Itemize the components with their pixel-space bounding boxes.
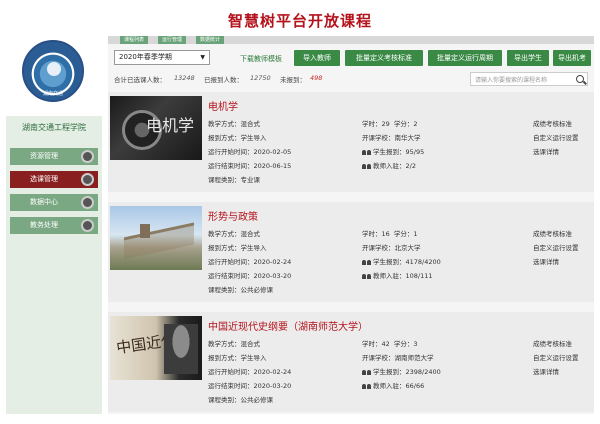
school-logo-icon: 湖南交通: [22, 40, 84, 102]
circle-icon: [81, 173, 94, 186]
sidebar-item-label: 资源管理: [30, 152, 58, 160]
custom-run-settings-link[interactable]: 自定义运行设置: [533, 242, 579, 252]
hours-credits: 学时：42 学分：3: [362, 340, 418, 348]
circle-icon: [81, 150, 94, 163]
hours-credits: 学时：16 学分：1: [362, 230, 418, 238]
import-teacher-button[interactable]: 导入教师: [294, 50, 340, 66]
course-category: 课程类别：公共必修课: [208, 396, 273, 404]
users-icon: [362, 149, 371, 155]
sidebar-item-label: 选课管理: [30, 175, 58, 183]
great-wall-graphic: [124, 222, 194, 260]
semester-value: 2020年春季学期: [119, 53, 172, 61]
teacher-join: 教师入驻：108/111: [362, 270, 433, 280]
teacher-join: 教师入驻：2/2: [362, 160, 416, 170]
school-name: 湖南交通工程学院: [22, 123, 86, 132]
course-title[interactable]: 形势与政策: [208, 208, 258, 223]
chevron-down-icon: ▼: [200, 54, 205, 61]
users-icon: [362, 259, 371, 265]
custom-run-settings-link[interactable]: 自定义运行设置: [533, 132, 579, 142]
unreported-count: 498: [310, 74, 323, 82]
teacher-join: 教师入驻：66/66: [362, 380, 424, 390]
end-time: 运行结束时间：2020-06-15: [208, 162, 292, 170]
school-logo-area: 湖南交通: [6, 36, 102, 116]
start-time: 运行开始时间：2020-02-05: [208, 148, 292, 156]
tab-bar: 课程列表 运行管理 数据统计: [108, 36, 594, 44]
search-input[interactable]: 请输入你要搜索的课程名称: [470, 72, 588, 86]
sidebar-item-academic-affairs[interactable]: 教务处理: [10, 217, 98, 234]
circle-icon: [81, 196, 94, 209]
report-mode: 报到方式：学生导入: [208, 354, 267, 362]
stats-bar: 合计已选课人数： 13248 已报到人数： 12750 未报到： 498 请输入…: [108, 72, 594, 86]
selected-label: 合计已选课人数：: [114, 76, 166, 84]
student-report: 学生报到：2398/2400: [362, 366, 441, 376]
course-title[interactable]: 电机学: [208, 98, 238, 113]
report-mode: 报到方式：学生导入: [208, 244, 267, 252]
users-icon: [362, 163, 371, 169]
search-icon[interactable]: [576, 75, 584, 83]
users-icon: [362, 273, 371, 279]
page-title: 智慧树平台开放课程: [227, 12, 372, 30]
portrait-graphic: [164, 324, 198, 374]
sidebar-item-course-selection[interactable]: 选课管理: [10, 171, 98, 188]
batch-run-period-button[interactable]: 批量定义运行周期: [428, 50, 502, 66]
tab-course-list[interactable]: 课程列表: [120, 36, 149, 44]
course-card: 形势与政策 教学方式：混合式 报到方式：学生导入 运行开始时间：2020-02-…: [108, 202, 594, 302]
sidebar-item-data-center[interactable]: 数据中心: [10, 194, 98, 211]
sidebar-item-label: 教务处理: [30, 221, 58, 229]
export-students-button[interactable]: 导出学生: [507, 50, 549, 66]
logo-text: 湖南交通: [42, 91, 63, 97]
download-template-link[interactable]: 下载教师模板: [240, 54, 282, 64]
search-placeholder: 请输入你要搜索的课程名称: [475, 77, 548, 84]
end-time: 运行结束时间：2020-03-20: [208, 272, 292, 280]
report-mode: 报到方式：学生导入: [208, 134, 267, 142]
school: 开课学校：湖南师范大学: [362, 354, 434, 362]
course-thumbnail[interactable]: [110, 206, 202, 270]
teaching-mode: 教学方式：混合式: [208, 120, 260, 128]
toolbar: 2020年春季学期 ▼ 下载教师模板 导入教师 批量定义考核标准 批量定义运行周…: [108, 48, 594, 68]
course-card: 电机学 电机学 教学方式：混合式 报到方式：学生导入 运行开始时间：2020-0…: [108, 92, 594, 192]
assessment-standard-link[interactable]: 成绩考核标准: [533, 118, 572, 128]
school: 开课学校：北京大学: [362, 244, 421, 252]
course-thumbnail[interactable]: 中国近代史: [110, 316, 202, 380]
student-report: 学生报到：95/95: [362, 146, 424, 156]
student-report: 学生报到：4178/4200: [362, 256, 441, 266]
reported-count: 12750: [250, 74, 271, 82]
start-time: 运行开始时间：2020-02-24: [208, 368, 292, 376]
teaching-mode: 教学方式：混合式: [208, 340, 260, 348]
custom-run-settings-link[interactable]: 自定义运行设置: [533, 352, 579, 362]
users-icon: [362, 369, 371, 375]
sidebar-item-label: 数据中心: [30, 198, 58, 206]
course-category: 课程类别：公共必修课: [208, 286, 273, 294]
course-title[interactable]: 中国近现代史纲要（湖南师范大学）: [208, 318, 368, 333]
assessment-standard-link[interactable]: 成绩考核标准: [533, 228, 572, 238]
course-category: 课程类别：专业课: [208, 176, 260, 184]
tab-run-management[interactable]: 运行管理: [158, 36, 187, 44]
end-time: 运行结束时间：2020-03-20: [208, 382, 292, 390]
reported-label: 已报到人数：: [204, 76, 243, 84]
users-icon: [362, 383, 371, 389]
sidebar-item-resources[interactable]: 资源管理: [10, 148, 98, 165]
thumbnail-text: 电机学: [146, 116, 195, 135]
logo-center: [47, 62, 61, 76]
main-panel: 课程列表 运行管理 数据统计 2020年春季学期 ▼ 下载教师模板 导入教师 批…: [108, 36, 594, 414]
export-exam-button[interactable]: 导出机考: [553, 50, 591, 66]
selection-details-link[interactable]: 选课详情: [533, 146, 559, 156]
course-thumbnail[interactable]: 电机学: [110, 96, 202, 160]
assessment-standard-link[interactable]: 成绩考核标准: [533, 338, 572, 348]
batch-assessment-button[interactable]: 批量定义考核标准: [345, 50, 423, 66]
sidebar: 湖南交通 湖南交通工程学院 资源管理 选课管理 数据中心 教务处理: [6, 36, 102, 414]
school: 开课学校：南华大学: [362, 134, 421, 142]
start-time: 运行开始时间：2020-02-24: [208, 258, 292, 266]
circle-icon: [81, 219, 94, 232]
tower-graphic: [140, 224, 150, 238]
semester-select[interactable]: 2020年春季学期 ▼: [114, 50, 210, 65]
selection-details-link[interactable]: 选课详情: [533, 256, 559, 266]
selection-details-link[interactable]: 选课详情: [533, 366, 559, 376]
hours-credits: 学时：29 学分：2: [362, 120, 418, 128]
tab-statistics[interactable]: 数据统计: [196, 36, 225, 44]
selected-count: 13248: [174, 74, 195, 82]
unreported-label: 未报到：: [280, 76, 306, 84]
teaching-mode: 教学方式：混合式: [208, 230, 260, 238]
course-card: 中国近代史 中国近现代史纲要（湖南师范大学） 教学方式：混合式 报到方式：学生导…: [108, 312, 594, 412]
